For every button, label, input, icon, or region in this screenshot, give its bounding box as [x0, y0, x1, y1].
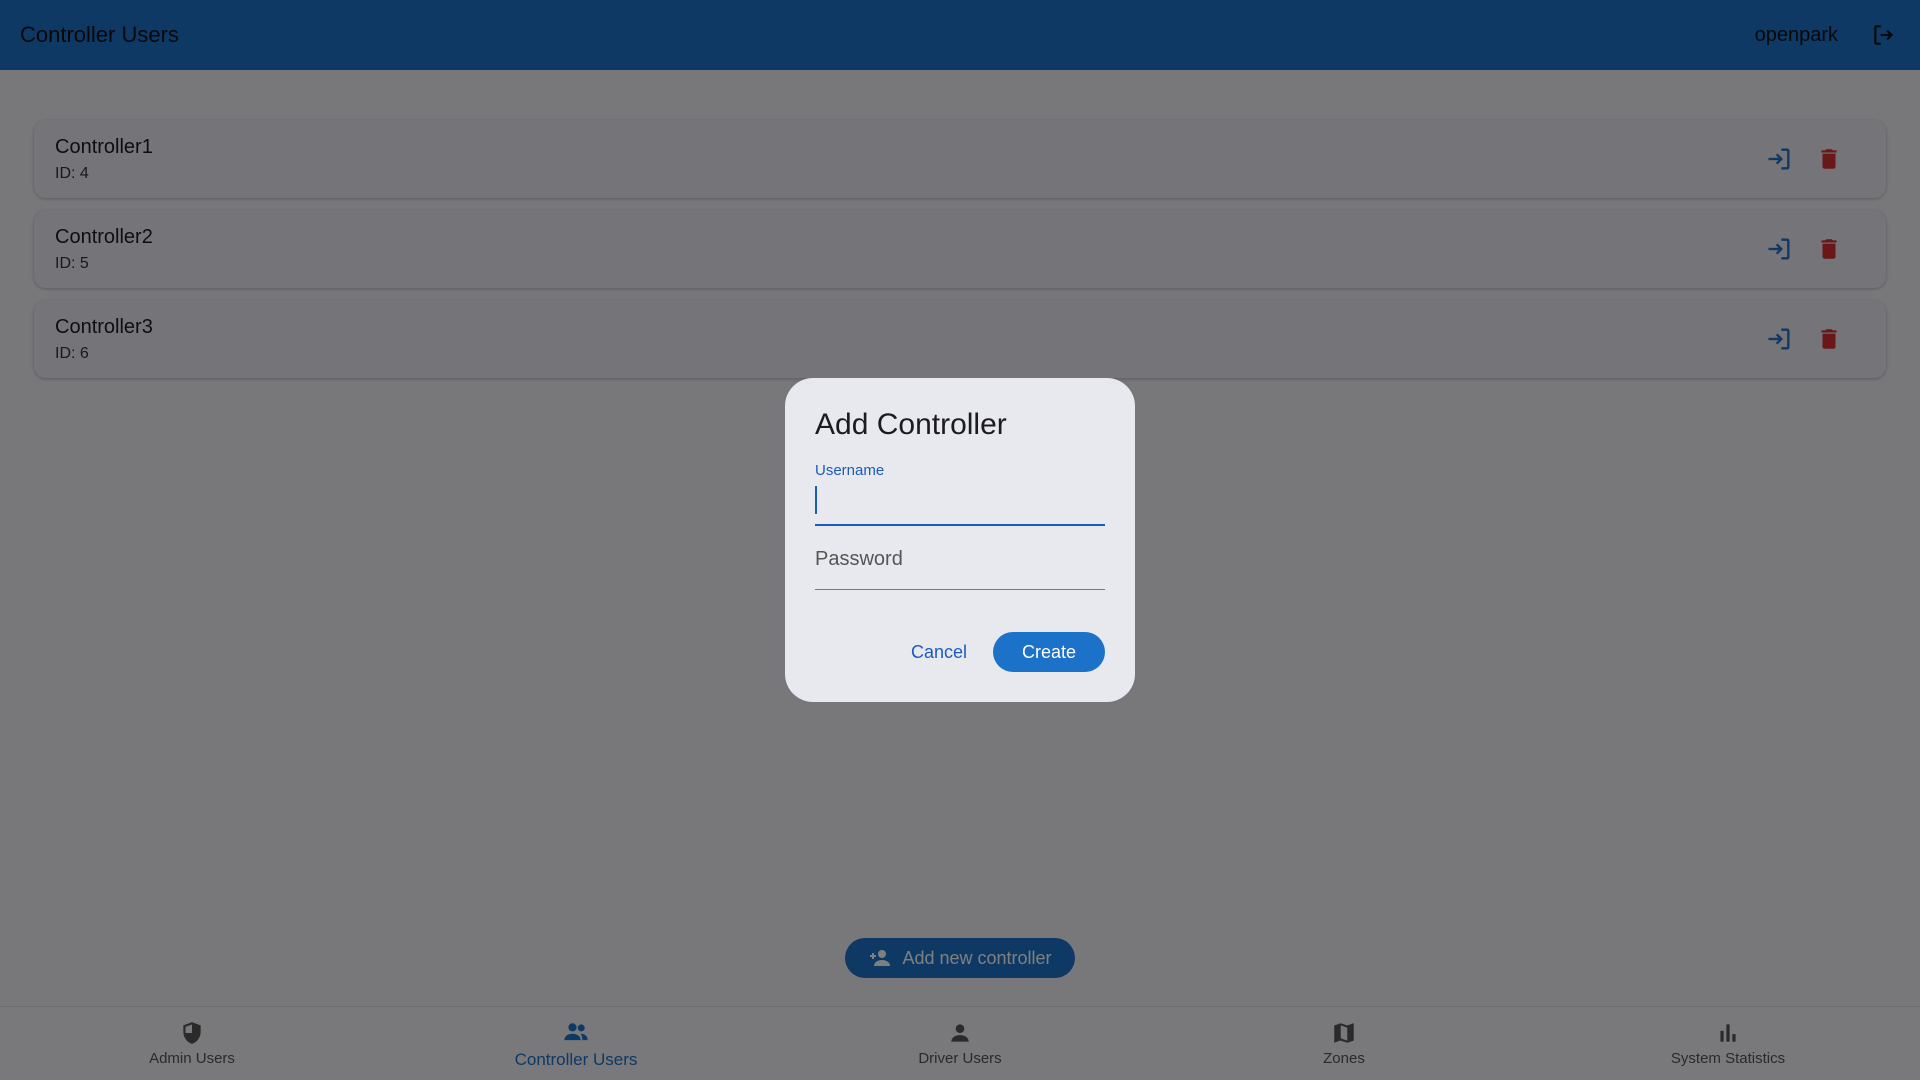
username-field[interactable]: Username — [815, 462, 1105, 526]
dialog-title: Add Controller — [815, 408, 1007, 441]
password-input[interactable] — [815, 540, 1105, 574]
create-button[interactable]: Create — [993, 632, 1105, 672]
password-field[interactable] — [815, 540, 1105, 590]
username-label: Username — [815, 462, 885, 479]
add-controller-dialog: Add Controller Username Cancel Create — [785, 378, 1135, 702]
username-input[interactable] — [815, 479, 1105, 513]
dialog-actions: Cancel Create — [911, 632, 1105, 672]
cancel-button[interactable]: Cancel — [911, 642, 967, 663]
text-cursor — [815, 486, 817, 514]
